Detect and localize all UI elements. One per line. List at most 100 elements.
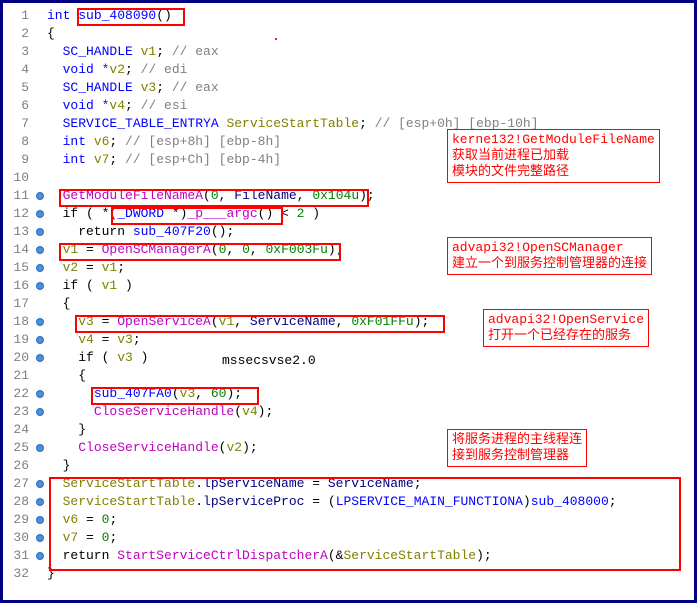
breakpoint-dot-icon [36,354,44,362]
comment: // [esp+Ch] [ebp-4h] [125,152,281,167]
breakpoint-dot-icon [36,408,44,416]
bullet-slot [33,79,47,97]
annotation-text: 将服务进程的主线程连 [452,432,582,448]
line-number: 9 [3,151,29,169]
breakpoint-dot-icon [36,390,44,398]
bullet-slot [33,511,47,529]
bullet-slot [33,475,47,493]
breakpoint-dot-icon [36,228,44,236]
line-number: 4 [3,61,29,79]
t: = ( [304,494,335,509]
code-line: GetModuleFileNameA(0, FileName, 0x104u); [47,187,694,205]
t: ( [234,404,242,419]
t [47,512,63,527]
bullet-slot [33,295,47,313]
breakpoint-dot-icon [36,336,44,344]
member: lpServiceName [203,476,304,491]
brace: } [47,422,86,437]
t: ); [226,386,242,401]
breakpoint-dot-icon [36,444,44,452]
line-number: 16 [3,277,29,295]
type: SC_HANDLE [47,80,141,95]
t: , [336,314,352,329]
bullet-slot [33,277,47,295]
fn: CloseServiceHandle [78,440,218,455]
t: = [304,476,327,491]
line-number: 22 [3,385,29,403]
var: v4 [78,332,94,347]
id: ServiceStartTable [63,494,196,509]
type: int [47,152,94,167]
fn: sub_407FA0 [94,386,172,401]
t: ; [125,98,141,113]
annotation-box: kerne132!GetModuleFileName 获取当前进程已加载 模块的… [447,129,660,183]
type-kw: int [47,8,78,23]
annotation-text: 接到服务控制管理器 [452,448,582,464]
annotation-text: advapi32!OpenSCManager [452,240,647,256]
line-number-gutter: 1234567891011121314151617181920212223242… [3,7,33,596]
type: LPSERVICE_MAIN_FUNCTIONA [336,494,523,509]
bullet-slot [33,457,47,475]
code-line: } [47,457,694,475]
var: v7 [63,530,79,545]
bullet-slot [33,241,47,259]
fn-name: sub_408090 [78,8,156,23]
bullet-slot [33,115,47,133]
line-number: 31 [3,547,29,565]
t: = [78,530,101,545]
brace: { [47,26,55,41]
var: v4 [109,98,125,113]
bullet-gutter [33,7,47,596]
t: , [297,188,313,203]
bullet-slot [33,439,47,457]
var: v1 [141,44,157,59]
fn: sub_408000 [531,494,609,509]
bullet-slot [33,421,47,439]
breakpoint-dot-icon [36,480,44,488]
fn: OpenSCManagerA [102,242,211,257]
bullet-slot [33,223,47,241]
t: return [47,548,117,563]
num: 0 [242,242,250,257]
t: ( [172,386,180,401]
brace: } [47,458,70,473]
bullet-slot [33,43,47,61]
breakpoint-dot-icon [36,534,44,542]
bullet-slot [33,259,47,277]
var: v2 [63,260,79,275]
code-line: CloseServiceHandle(v4); [47,403,694,421]
line-number: 29 [3,511,29,529]
var: v4 [242,404,258,419]
t: ; [156,44,172,59]
var: v3 [141,80,157,95]
annotation-text: advapi32!OpenService [488,312,644,328]
bullet-slot [33,529,47,547]
var: v1 [63,242,79,257]
num: 0xF01FFu [351,314,413,329]
annotation-text: 建立一个到服务控制管理器的连接 [452,256,647,272]
code-line: SC_HANDLE v3; // eax [47,79,694,97]
t: , [226,242,242,257]
type: SERVICE_TABLE_ENTRYA [47,116,226,131]
t: . [195,476,203,491]
line-number: 23 [3,403,29,421]
type: _DWORD [117,206,164,221]
num: 60 [211,386,227,401]
code-line: v6 = 0; [47,511,694,529]
t: ) [523,494,531,509]
var: v1 [102,278,118,293]
id: ServiceStartTable [63,476,196,491]
var: v1 [219,314,235,329]
line-number: 19 [3,331,29,349]
var: v6 [94,134,110,149]
brace: } [47,566,55,581]
fn: GetModuleFileNameA [63,188,203,203]
code-line: void *v2; // edi [47,61,694,79]
bullet-slot [33,7,47,25]
breakpoint-dot-icon [36,282,44,290]
var: v2 [226,440,242,455]
t: = [78,260,101,275]
type: void * [47,62,109,77]
code-line: { [47,25,694,43]
t: *) [164,206,187,221]
